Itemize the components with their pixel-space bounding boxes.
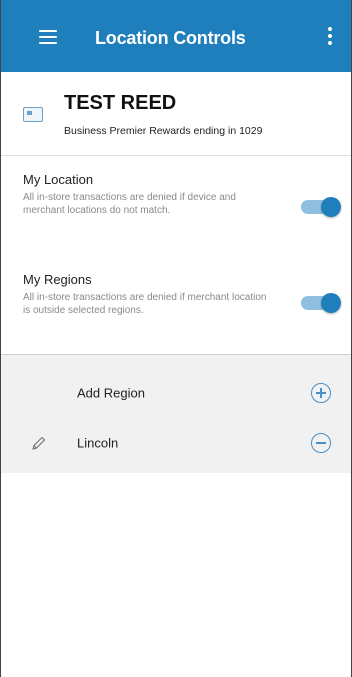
- plus-circle-icon[interactable]: [311, 383, 331, 403]
- pencil-icon[interactable]: [31, 435, 47, 451]
- hamburger-menu-icon[interactable]: [39, 30, 57, 44]
- app-screen: Location Controls TEST REED Business Pre…: [0, 0, 352, 677]
- minus-circle-icon[interactable]: [311, 433, 331, 453]
- add-region-row[interactable]: Add Region: [1, 368, 351, 418]
- my-regions-toggle[interactable]: [301, 293, 341, 313]
- region-name: Lincoln: [77, 435, 119, 451]
- more-vertical-icon[interactable]: [327, 27, 333, 45]
- regions-list: Add Region Lincoln: [1, 355, 351, 473]
- card-name: TEST REED: [64, 92, 177, 114]
- setting-title: My Location: [23, 172, 94, 187]
- setting-description: All in-store transactions are denied if …: [23, 192, 236, 216]
- setting-my-location: My Location All in-store transactions ar…: [1, 172, 351, 242]
- setting-title: My Regions: [23, 272, 92, 287]
- region-row-lincoln[interactable]: Lincoln: [1, 418, 351, 468]
- app-bar: Location Controls: [1, 0, 351, 72]
- setting-my-regions: My Regions All in-store transactions are…: [1, 272, 351, 344]
- toggle-knob: [321, 293, 341, 313]
- toggle-knob: [321, 197, 341, 217]
- add-region-label: Add Region: [77, 385, 145, 401]
- page-title: Location Controls: [95, 28, 246, 48]
- my-location-toggle[interactable]: [301, 197, 341, 217]
- card-description: Business Premier Rewards ending in 1029: [64, 125, 263, 137]
- credit-card-icon: [23, 107, 43, 122]
- card-header: TEST REED Business Premier Rewards endin…: [1, 72, 351, 156]
- setting-description: All in-store transactions are denied if …: [23, 292, 267, 316]
